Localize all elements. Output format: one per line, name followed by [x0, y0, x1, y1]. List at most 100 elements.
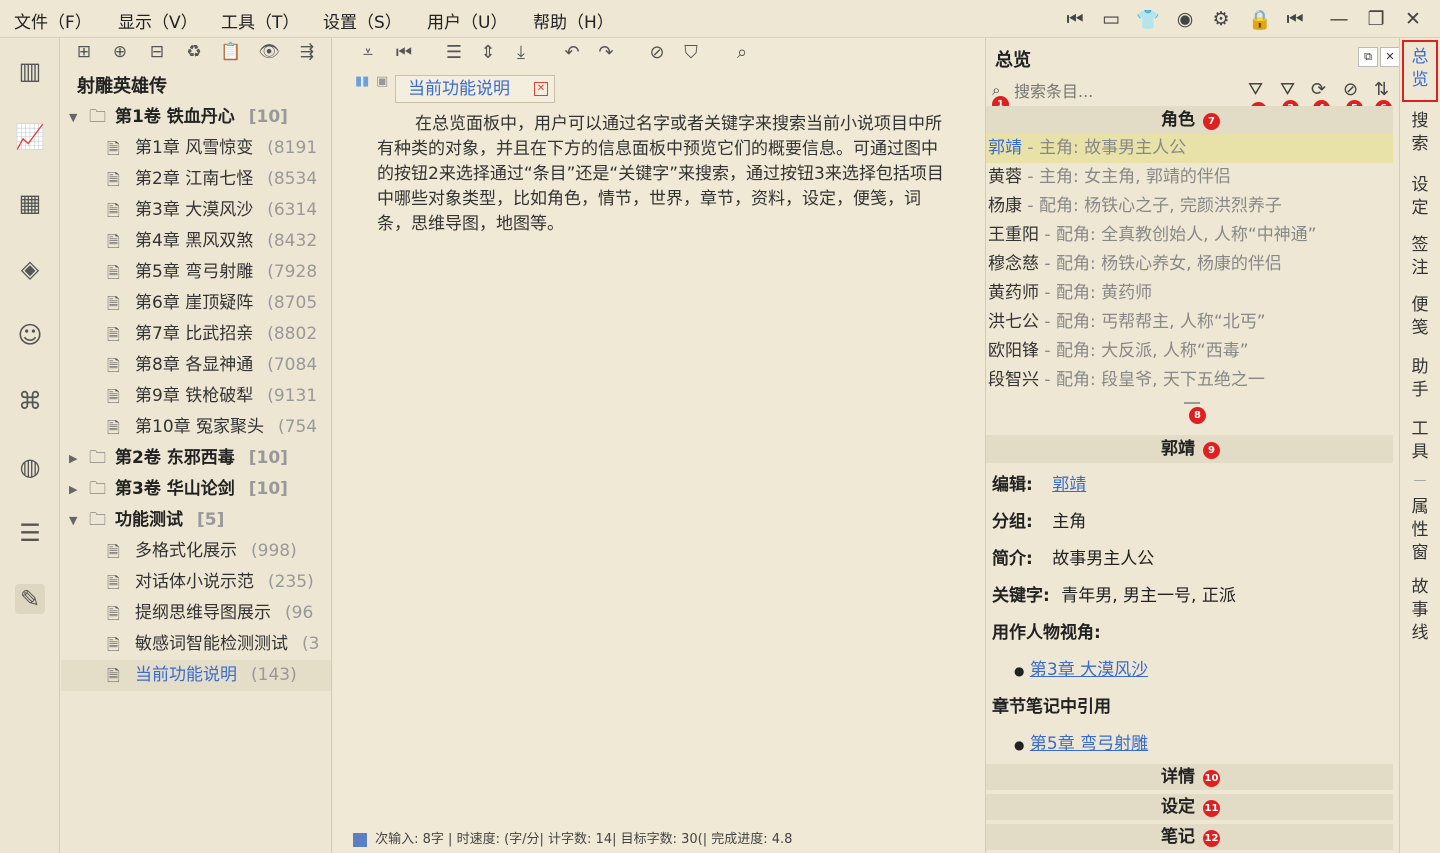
close-icon[interactable]: ✕: [1402, 8, 1424, 30]
chevron-right-icon[interactable]: ▶: [69, 443, 77, 474]
minimize-icon[interactable]: —: [1328, 8, 1350, 30]
menu-view[interactable]: 显示（V）: [118, 8, 198, 33]
tree-chapter[interactable]: 🗎 第2章 江南七怪 (8534: [61, 164, 331, 195]
tree-chapter[interactable]: 🗎 对话体小说示范 (235): [61, 567, 331, 598]
section-details[interactable]: 详情 10: [986, 764, 1393, 790]
role-item[interactable]: 黄药师 - 配角: 黄药师: [986, 279, 1393, 308]
clipboard-icon[interactable]: 📋: [220, 42, 242, 62]
role-item[interactable]: 洪七公 - 配角: 丐帮帮主, 人称“北丐”: [986, 308, 1393, 337]
tab-close-icon[interactable]: ✕: [534, 82, 548, 96]
tree-chapter[interactable]: 🗎 第1章 风雪惊变 (8191: [61, 133, 331, 164]
indent-icon[interactable]: ☰: [443, 42, 465, 63]
menu-file[interactable]: 文件（F）: [14, 8, 92, 33]
role-item[interactable]: 黄蓉 - 主角: 女主角, 郭靖的伴侣: [986, 163, 1393, 192]
character-icon[interactable]: ☺: [15, 320, 45, 350]
tree-chapter[interactable]: 🗎 第9章 铁枪破犁 (9131: [61, 381, 331, 412]
lock-icon[interactable]: 🔒: [1248, 8, 1272, 31]
tree-chapter[interactable]: 🗎 第6章 崖顶疑阵 (8705: [61, 288, 331, 319]
fullscreen-icon[interactable]: ▭: [1100, 8, 1122, 30]
books-icon[interactable]: ▥: [15, 56, 45, 86]
settings-icon[interactable]: ⚙: [1210, 8, 1232, 30]
rtab-assistant[interactable]: 助手: [1406, 356, 1434, 402]
forbid-icon[interactable]: ⊘: [646, 42, 668, 63]
role-item[interactable]: 段智兴 - 配角: 段皇爷, 天下五绝之一: [986, 366, 1393, 395]
tree-volume[interactable]: ▼ 🗀 第1卷 铁血丹心 [10]: [61, 102, 331, 133]
rtab-search[interactable]: 搜索: [1406, 110, 1434, 156]
split-view-icon[interactable]: ▮▮: [355, 74, 369, 89]
shield-check-icon[interactable]: ⛉: [680, 42, 702, 63]
redo-icon[interactable]: ↷: [595, 42, 617, 63]
tree-chapter[interactable]: 🗎 第7章 比武招亲 (8802: [61, 319, 331, 350]
tree-chapter[interactable]: 🗎 第4章 黑风双煞 (8432: [61, 226, 331, 257]
outline-icon[interactable]: ☰: [15, 518, 45, 548]
tree-chapter[interactable]: 🗎 第10章 冤家聚头 (754: [61, 412, 331, 443]
tree-chapter[interactable]: 🗎 提纲思维导图展示 (96: [61, 598, 331, 629]
undo-icon[interactable]: ↶: [561, 42, 583, 63]
tree-volume[interactable]: ▶ 🗀 第3卷 华山论剑 [10]: [61, 474, 331, 505]
section-notes[interactable]: 笔记 12: [986, 824, 1393, 850]
expand-icon[interactable]: ⇕: [477, 42, 499, 63]
skin-icon[interactable]: 👕: [1136, 8, 1160, 31]
chevron-down-icon[interactable]: ▼: [69, 505, 77, 536]
section-roles[interactable]: 角色 7: [986, 106, 1393, 134]
section-settings[interactable]: 设定 11: [986, 794, 1393, 820]
back-to-start-icon[interactable]: ⏮: [1064, 8, 1086, 30]
tab-current-doc[interactable]: 当前功能说明 ✕: [395, 75, 555, 103]
ref-chapter-link[interactable]: 第5章 弯弓射雕: [1030, 734, 1148, 754]
float-panel-icon[interactable]: ⧉: [1358, 47, 1378, 67]
tree-chapter[interactable]: 🗎 第3章 大漠风沙 (6314: [61, 195, 331, 226]
shrink-icon[interactable]: ⤓: [510, 42, 532, 63]
collapse-icon[interactable]: ⏮: [1284, 8, 1306, 30]
rtab-storyline[interactable]: 故事线: [1406, 576, 1434, 645]
stats-icon[interactable]: 📈: [15, 122, 45, 152]
grid-icon[interactable]: ▦: [15, 188, 45, 218]
collapse-all-icon[interactable]: ⩡: [357, 42, 379, 63]
find-icon[interactable]: ⌕: [731, 42, 753, 63]
splitter-handle[interactable]: [1184, 402, 1200, 404]
filter-type-icon[interactable]: ⛛: [1280, 79, 1295, 100]
menu-help[interactable]: 帮助（H）: [533, 8, 614, 33]
rtab-settings[interactable]: 设定: [1406, 174, 1434, 220]
edit-icon[interactable]: ✎: [15, 584, 45, 614]
sort-icon[interactable]: ⇅: [1374, 79, 1389, 100]
recycle-icon[interactable]: ♻: [183, 42, 205, 62]
refresh-icon[interactable]: ⟳: [1311, 79, 1326, 100]
new-folder-icon[interactable]: ⊞: [73, 42, 95, 62]
layers-icon[interactable]: ◈: [15, 254, 45, 284]
tree-chapter[interactable]: 🗎 多格式化展示 (998): [61, 536, 331, 567]
restore-icon[interactable]: ❐: [1365, 8, 1387, 30]
tree-chapter[interactable]: 🗎 当前功能说明 (143): [61, 660, 331, 691]
hide-icon[interactable]: ⊘: [1343, 79, 1358, 100]
rtab-notes[interactable]: 便笺: [1406, 294, 1434, 340]
document-text[interactable]: 在总览面板中，用户可以通过名字或者关键字来搜索当前小说项目中所有种类的对象，并且…: [377, 112, 952, 237]
progress-slider[interactable]: [353, 832, 367, 847]
tree-volume[interactable]: ▶ 🗀 第2卷 东邪西毒 [10]: [61, 443, 331, 474]
role-item[interactable]: 欧阳锋 - 配角: 大反派, 人称“西毒”: [986, 337, 1393, 366]
filter-mode-icon[interactable]: ⛛: [1248, 79, 1263, 100]
chevron-down-icon[interactable]: ▼: [69, 102, 77, 133]
search-input[interactable]: [1014, 78, 1234, 104]
rtab-annotations[interactable]: 签注: [1406, 234, 1434, 280]
role-item[interactable]: 穆念慈 - 配角: 杨铁心养女, 杨康的伴侣: [986, 250, 1393, 279]
role-item[interactable]: 郭靖 - 主角: 故事男主人公: [986, 134, 1393, 163]
pov-chapter-link[interactable]: 第3章 大漠风沙: [1030, 660, 1148, 680]
tree-chapter[interactable]: 🗎 敏感词智能检测测试 (3: [61, 629, 331, 660]
close-panel-icon[interactable]: ✕: [1380, 47, 1400, 67]
share-icon[interactable]: ⇶: [296, 42, 318, 62]
role-item[interactable]: 杨康 - 配角: 杨铁心之子, 完颜洪烈养子: [986, 192, 1393, 221]
rtab-overview[interactable]: 总览: [1406, 46, 1434, 92]
tree-volume[interactable]: ▼ 🗀 功能测试 [5]: [61, 505, 331, 536]
rtab-tools[interactable]: 工具: [1406, 418, 1434, 464]
tree-chapter[interactable]: 🗎 第8章 各显神通 (7084: [61, 350, 331, 381]
rtab-properties[interactable]: 属性窗: [1406, 496, 1434, 565]
world-icon[interactable]: ◍: [15, 452, 45, 482]
tree-chapter[interactable]: 🗎 第5章 弯弓射雕 (7928: [61, 257, 331, 288]
new-file-icon[interactable]: ⊕: [109, 42, 131, 62]
single-view-icon[interactable]: ▣: [376, 74, 388, 89]
command-icon[interactable]: ⌘: [15, 386, 45, 416]
edit-link[interactable]: 郭靖: [1052, 475, 1086, 495]
menu-settings[interactable]: 设置（S）: [323, 8, 402, 33]
menu-user[interactable]: 用户（U）: [427, 8, 507, 33]
remove-icon[interactable]: ⊟: [146, 42, 168, 62]
account-icon[interactable]: ◉: [1174, 8, 1196, 30]
